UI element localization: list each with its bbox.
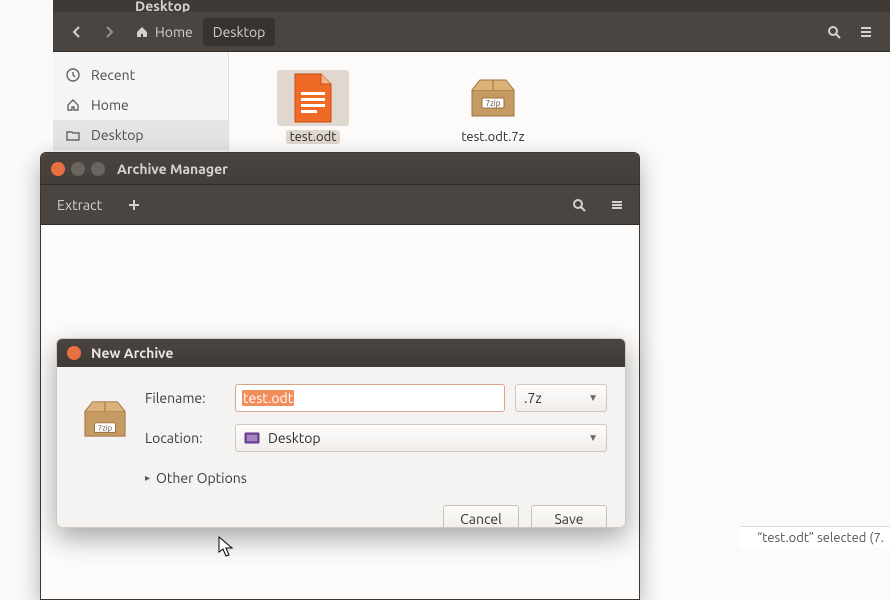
- home-icon: [135, 25, 149, 39]
- cancel-label: Cancel: [460, 511, 502, 527]
- dialog-titlebar[interactable]: New Archive: [57, 339, 625, 367]
- svg-text:7zip: 7zip: [98, 424, 113, 432]
- files-viewmode-button[interactable]: [852, 18, 880, 46]
- chevron-down-icon: ▼: [588, 432, 598, 444]
- archive-menu-button[interactable]: [605, 193, 629, 217]
- dialog-close-button[interactable]: [67, 346, 81, 360]
- extension-combo[interactable]: .7z ▼: [515, 384, 607, 412]
- nav-forward-button[interactable]: [95, 18, 123, 46]
- files-toolbar: Home Desktop: [53, 12, 890, 52]
- 7zip-box-icon: 7zip: [457, 70, 529, 126]
- dialog-archive-icon: 7zip: [75, 396, 135, 440]
- location-label: Location:: [145, 430, 225, 446]
- 7zip-box-icon: 7zip: [81, 398, 129, 440]
- new-archive-dialog: New Archive 7zip Filename: test.odt .7z …: [56, 338, 626, 528]
- plus-icon: [127, 198, 141, 212]
- sidebar-item-label: Recent: [91, 67, 135, 83]
- location-combo[interactable]: Desktop ▼: [235, 424, 607, 452]
- save-button[interactable]: Save: [531, 505, 607, 528]
- chevron-down-icon: ▼: [588, 392, 598, 404]
- other-options-label: Other Options: [156, 470, 247, 486]
- svg-text:7zip: 7zip: [486, 99, 501, 108]
- hamburger-icon: [610, 198, 624, 212]
- extract-label: Extract: [57, 197, 102, 213]
- clock-icon: [65, 67, 81, 83]
- desktop-folder-icon: [244, 431, 260, 445]
- path-home-label: Home: [155, 24, 193, 40]
- sidebar-item-home[interactable]: Home: [53, 90, 228, 120]
- archive-search-button[interactable]: [567, 193, 591, 217]
- filename-label: Filename:: [145, 390, 225, 406]
- window-close-button[interactable]: [51, 162, 65, 176]
- search-icon: [572, 198, 586, 212]
- odt-doc-icon: [277, 70, 349, 126]
- file-label: test.odt: [286, 130, 341, 144]
- archive-manager-toolbar: Extract: [41, 185, 639, 225]
- home-icon: [65, 97, 81, 113]
- extract-button[interactable]: Extract: [51, 193, 108, 217]
- sidebar-item-recent[interactable]: Recent: [53, 60, 228, 90]
- statusbar-text: “test.odt” selected (7.: [757, 531, 884, 545]
- files-window-titlebar: Desktop: [53, 0, 890, 12]
- filename-input[interactable]: test.odt: [235, 384, 505, 412]
- nav-back-button[interactable]: [63, 18, 91, 46]
- files-statusbar: “test.odt” selected (7.: [740, 526, 890, 548]
- path-home-button[interactable]: Home: [125, 18, 203, 46]
- other-options-disclosure[interactable]: ▸ Other Options: [145, 470, 607, 486]
- cancel-button[interactable]: Cancel: [443, 505, 519, 528]
- folder-icon: [65, 127, 81, 143]
- path-current-label: Desktop: [213, 24, 266, 40]
- files-window-title: Desktop: [135, 0, 190, 12]
- filename-value: test.odt: [242, 390, 294, 406]
- file-item-testodt[interactable]: test.odt: [253, 66, 373, 148]
- sidebar-item-label: Home: [91, 97, 129, 113]
- extension-value: .7z: [524, 390, 542, 406]
- sidebar-item-desktop[interactable]: Desktop: [53, 120, 228, 150]
- dialog-title: New Archive: [91, 345, 173, 361]
- archive-manager-title: Archive Manager: [117, 161, 228, 177]
- file-label: test.odt.7z: [457, 130, 528, 144]
- file-item-testodt7z[interactable]: 7zip test.odt.7z: [433, 66, 553, 148]
- files-search-button[interactable]: [820, 18, 848, 46]
- sidebar-item-label: Desktop: [91, 127, 144, 143]
- save-label: Save: [554, 511, 583, 527]
- path-current-button[interactable]: Desktop: [203, 18, 276, 46]
- window-minimize-button[interactable]: [71, 162, 85, 176]
- window-maximize-button[interactable]: [91, 162, 105, 176]
- location-value: Desktop: [268, 430, 321, 446]
- add-button[interactable]: [122, 193, 146, 217]
- archive-manager-titlebar[interactable]: Archive Manager: [41, 153, 639, 185]
- triangle-right-icon: ▸: [145, 472, 150, 484]
